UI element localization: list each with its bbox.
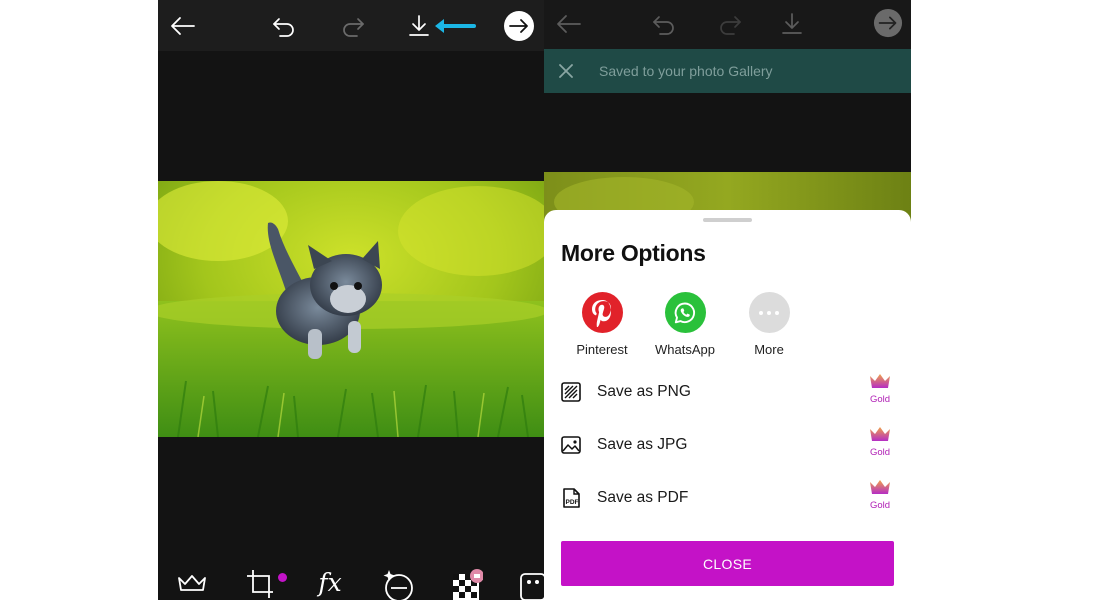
tool-background[interactable] [446, 568, 486, 600]
tool-beautify[interactable] [378, 568, 418, 600]
arrow-right-circle-icon [873, 8, 903, 38]
share-more[interactable]: More [727, 292, 811, 357]
saved-toast: Saved to your photo Gallery [544, 49, 911, 93]
more-dots-icon [748, 292, 790, 333]
gold-label: Gold [869, 447, 891, 458]
fx-icon: fx [318, 568, 342, 597]
next-button[interactable] [871, 6, 905, 40]
save-as-jpg-option[interactable]: Save as JPG Gold [544, 421, 911, 471]
editor-toolbar [158, 0, 544, 51]
download-button[interactable] [775, 7, 809, 41]
gold-badge: Gold [867, 426, 893, 458]
pdf-file-icon: PDF [563, 488, 580, 508]
gold-badge: Gold [867, 373, 893, 405]
crop-icon [247, 570, 273, 598]
redo-icon [720, 16, 741, 35]
undo-icon [273, 18, 294, 37]
toast-message: Saved to your photo Gallery [599, 63, 773, 79]
share-label: WhatsApp [655, 342, 715, 357]
close-icon [559, 64, 573, 78]
save-options-screen: Saved to your photo Gallery More Options… [544, 0, 911, 600]
download-icon [782, 13, 802, 34]
undo-button[interactable] [267, 9, 301, 43]
arrow-right-circle-icon [504, 11, 534, 41]
more-options-sheet: More Options Pinterest WhatsApp More Sav… [544, 210, 911, 600]
arrow-left-icon [557, 15, 581, 33]
share-label: Pinterest [576, 342, 628, 357]
download-icon [409, 15, 429, 36]
back-button[interactable] [552, 7, 586, 41]
notification-dot [278, 573, 287, 582]
editor-tools-bar: fx [158, 566, 544, 600]
redo-icon [343, 18, 364, 37]
gold-label: Gold [869, 500, 891, 511]
undo-button[interactable] [647, 7, 681, 41]
crown-icon [870, 427, 890, 441]
share-pinterest[interactable]: Pinterest [560, 292, 644, 357]
crown-icon [178, 575, 206, 591]
sheet-drag-handle[interactable] [703, 218, 752, 222]
share-whatsapp[interactable]: WhatsApp [643, 292, 727, 357]
arrow-left-icon [171, 17, 195, 35]
option-label: Save as JPG [597, 436, 688, 453]
background-checker-icon [453, 569, 483, 600]
share-label: More [754, 342, 784, 357]
close-button[interactable]: CLOSE [561, 541, 894, 586]
next-button[interactable] [502, 9, 536, 43]
tool-effects[interactable]: fx [310, 568, 350, 600]
redo-button[interactable] [713, 7, 747, 41]
svg-text:PDF: PDF [566, 499, 579, 506]
undo-icon [653, 16, 674, 35]
kitten-photo [158, 181, 544, 437]
pinterest-icon [581, 292, 623, 333]
png-hatch-icon [561, 382, 581, 402]
dismiss-toast-button[interactable] [544, 49, 588, 93]
gold-label: Gold [869, 394, 891, 405]
sticker-icon [520, 573, 544, 600]
whatsapp-icon [664, 292, 706, 333]
highlight-arrow [432, 16, 476, 41]
editor-screen: fx [158, 0, 544, 600]
save-as-pdf-option[interactable]: PDF Save as PDF Gold [544, 474, 911, 524]
sticker-face-icon [383, 570, 413, 600]
back-button[interactable] [166, 9, 200, 43]
tool-stickers[interactable] [514, 568, 544, 600]
sheet-title: More Options [561, 240, 706, 266]
tool-crop[interactable] [240, 568, 287, 600]
tool-premium[interactable] [172, 568, 212, 600]
download-button[interactable] [402, 9, 436, 43]
option-label: Save as PDF [597, 489, 689, 506]
editor-toolbar-dimmed [544, 0, 911, 49]
image-icon [561, 436, 581, 454]
redo-button[interactable] [336, 9, 370, 43]
crown-icon [870, 480, 890, 494]
arrow-left-icon [435, 19, 476, 33]
option-label: Save as PNG [597, 383, 691, 400]
save-as-png-option[interactable]: Save as PNG Gold [544, 368, 911, 418]
crown-icon [870, 374, 890, 388]
gold-badge: Gold [867, 479, 893, 511]
